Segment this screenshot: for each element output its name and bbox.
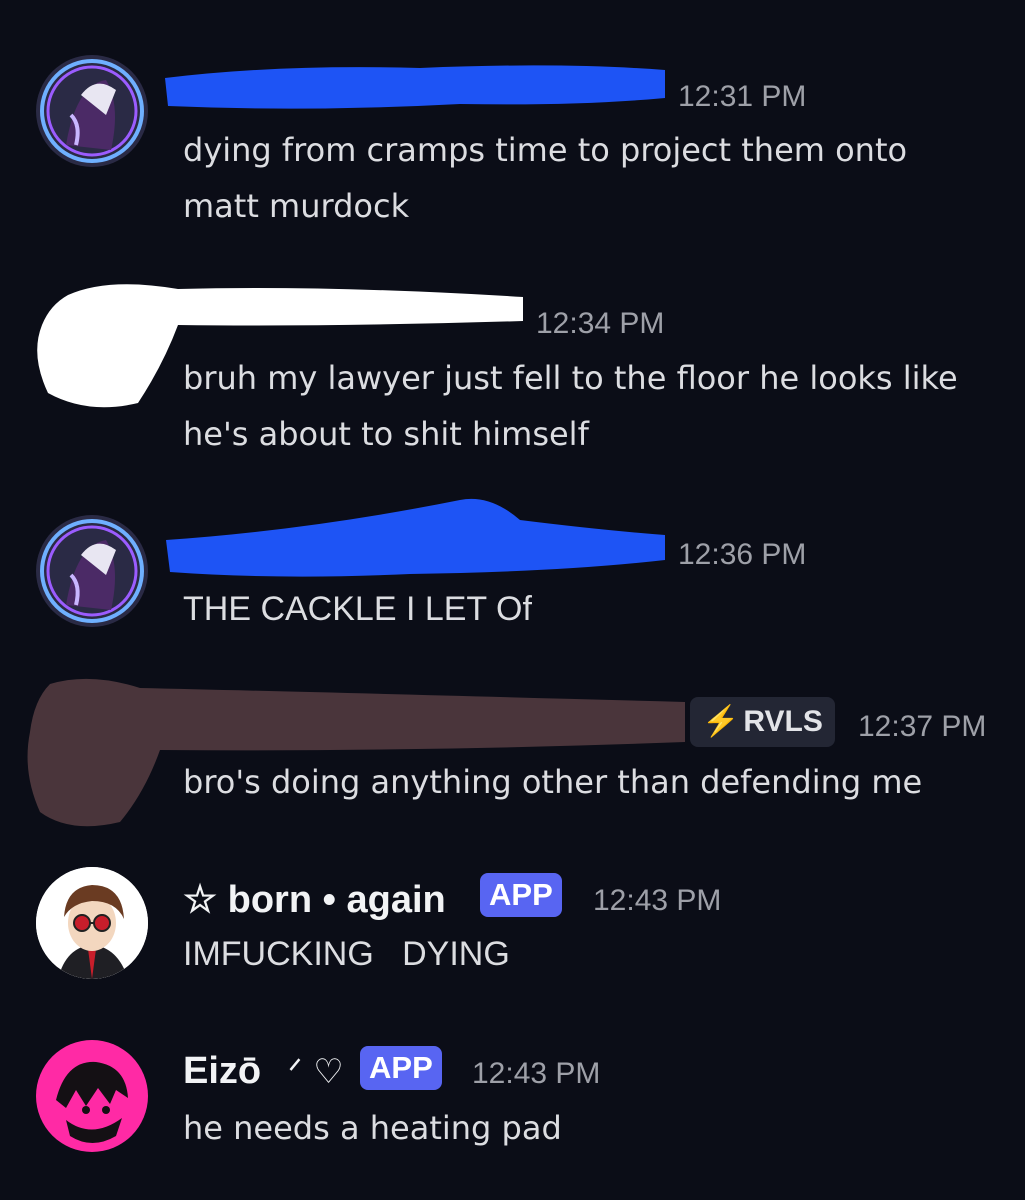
timestamp: 12:37 PM	[858, 710, 987, 743]
username[interactable]: Eizō	[183, 1050, 261, 1093]
cartoon-man-red-glasses-avatar-icon[interactable]	[36, 867, 148, 979]
pink-anime-avatar-icon[interactable]	[36, 1040, 148, 1152]
timestamp: 12:43 PM	[472, 1057, 601, 1090]
timestamp: 12:31 PM	[678, 80, 807, 113]
message-text: dying from cramps time to project them o…	[183, 131, 908, 225]
message-text: THE CACKLE I LET Of	[183, 590, 532, 628]
anime-character-avatar-icon[interactable]	[36, 55, 148, 167]
server-tag[interactable]: ⚡ RVLS	[690, 697, 835, 747]
app-badge: APP	[480, 873, 562, 917]
timestamp: 12:36 PM	[678, 538, 807, 571]
username-decoration: ᐟ ♡	[288, 1052, 344, 1092]
redacted-username	[160, 490, 670, 584]
message-text: bro's doing anything other than defendin…	[183, 763, 923, 801]
anime-character-avatar-icon[interactable]	[36, 515, 148, 627]
timestamp: 12:34 PM	[536, 307, 665, 340]
message-text: bruh my lawyer just fell to the floor he…	[183, 359, 958, 453]
message-text: IMFUCKING DYING	[183, 935, 510, 973]
timestamp: 12:43 PM	[593, 884, 722, 917]
app-badge: APP	[360, 1046, 442, 1090]
server-tag-label: RVLS	[743, 705, 823, 738]
username[interactable]: ☆ born • again	[183, 877, 446, 922]
message-text: he needs a heating pad	[183, 1109, 562, 1147]
redacted-username	[160, 60, 670, 119]
lightning-icon: ⚡	[702, 705, 740, 738]
